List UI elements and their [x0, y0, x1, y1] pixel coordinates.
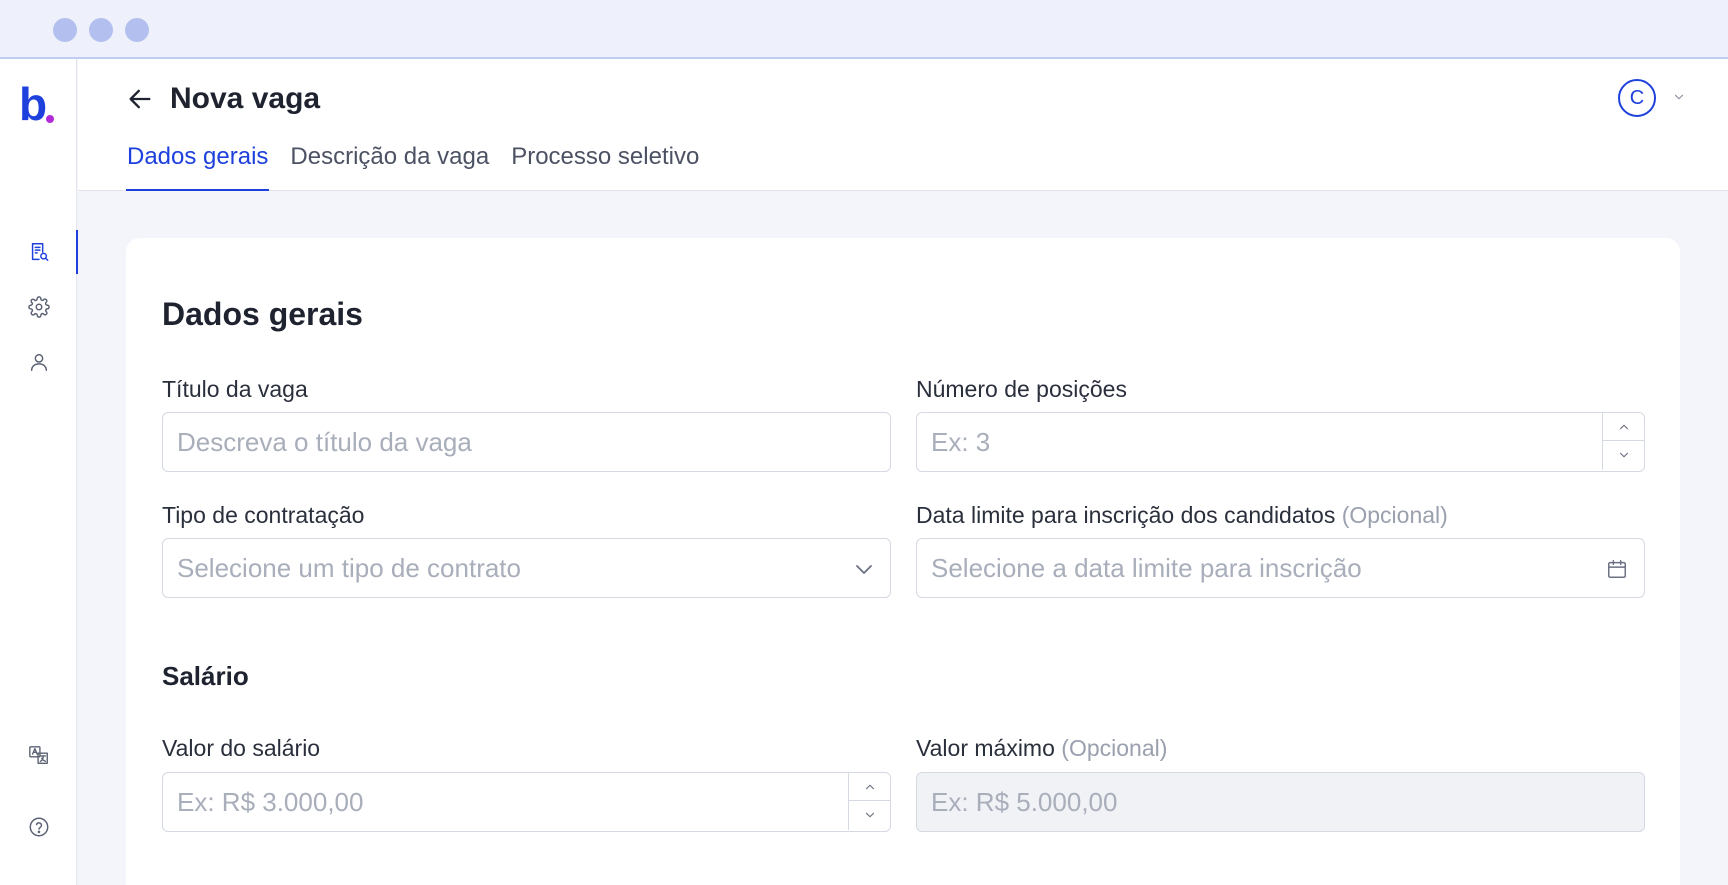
positions-field [916, 412, 1645, 472]
salary-max-field [916, 772, 1645, 832]
tab-bar: Dados gerais Descrição da vaga Processo … [126, 137, 700, 191]
section-title: Dados gerais [162, 296, 363, 332]
sidebar-item-configuracoes[interactable] [0, 285, 77, 329]
tab-processo-seletivo[interactable]: Processo seletivo [510, 137, 700, 191]
contract-type-select[interactable] [162, 538, 891, 598]
job-title-input[interactable] [163, 413, 890, 471]
deadline-label: Data limite para inscrição dos candidato… [916, 500, 1448, 530]
sidebar-item-vagas[interactable] [0, 230, 78, 274]
positions-input[interactable] [917, 413, 1644, 471]
gear-icon [27, 296, 50, 318]
sidebar-item-ajuda[interactable] [0, 805, 77, 849]
salary-decrement-button[interactable] [849, 801, 891, 829]
salary-stepper [848, 773, 891, 830]
chevron-up-icon [1619, 424, 1629, 429]
deadline-field[interactable] [916, 538, 1645, 598]
contract-type-input[interactable] [163, 539, 890, 597]
chevron-down-icon [865, 812, 875, 818]
chevron-up-icon [865, 784, 875, 789]
window-titlebar [0, 0, 1728, 59]
salary-max-input [917, 773, 1644, 831]
positions-increment-button[interactable] [1603, 413, 1645, 441]
window-dot-maximize[interactable] [125, 18, 149, 42]
contract-type-label: Tipo de contratação [162, 500, 364, 530]
job-title-label-text: Título da vaga [162, 376, 308, 402]
tab-dados-gerais[interactable]: Dados gerais [126, 137, 270, 191]
window-dot-close[interactable] [53, 18, 77, 42]
app-logo[interactable]: b [19, 81, 47, 127]
positions-decrement-button[interactable] [1603, 441, 1645, 469]
help-icon [29, 817, 48, 837]
positions-label-text: Número de posições [916, 376, 1127, 402]
sidebar: b [0, 59, 78, 885]
arrow-left-icon[interactable] [126, 85, 154, 113]
positions-stepper [1602, 413, 1645, 470]
tab-descricao-da-vaga[interactable]: Descrição da vaga [289, 137, 490, 191]
document-search-icon [31, 243, 48, 261]
positions-label: Número de posições [916, 374, 1127, 404]
calendar-icon[interactable] [1606, 558, 1628, 580]
salary-max-label-text: Valor máximo [916, 735, 1055, 761]
form-card: Dados gerais Título da vaga Número de po… [126, 238, 1680, 885]
page-header: Nova vaga Dados gerais Descrição da vaga… [78, 59, 1728, 191]
deadline-label-text: Data limite para inscrição dos candidato… [916, 502, 1336, 528]
chevron-down-icon[interactable] [1672, 90, 1686, 104]
job-title-field [162, 412, 891, 472]
salary-label: Valor do salário [162, 733, 320, 763]
chevron-down-icon [1619, 452, 1629, 458]
sidebar-item-idioma[interactable] [0, 733, 77, 777]
sidebar-item-perfil[interactable] [0, 340, 77, 384]
contract-type-label-text: Tipo de contratação [162, 502, 365, 528]
deadline-input[interactable] [917, 539, 1644, 597]
salary-field [162, 772, 891, 832]
translate-icon [28, 746, 48, 764]
logo-dot [46, 115, 54, 123]
chevron-down-icon[interactable] [852, 557, 876, 581]
salary-increment-button[interactable] [849, 773, 891, 801]
salary-input[interactable] [163, 773, 890, 831]
salary-section-title: Salário [162, 661, 249, 691]
salary-label-text: Valor do salário [162, 735, 321, 761]
salary-max-optional-text: (Opcional) [1061, 735, 1168, 761]
window-dot-minimize[interactable] [89, 18, 113, 42]
user-icon [30, 353, 47, 371]
deadline-optional-text: (Opcional) [1341, 502, 1448, 528]
avatar[interactable]: C [1618, 79, 1656, 117]
page-title: Nova vaga [170, 82, 321, 115]
job-title-label: Título da vaga [162, 374, 308, 404]
salary-max-label: Valor máximo (Opcional) [916, 733, 1167, 763]
